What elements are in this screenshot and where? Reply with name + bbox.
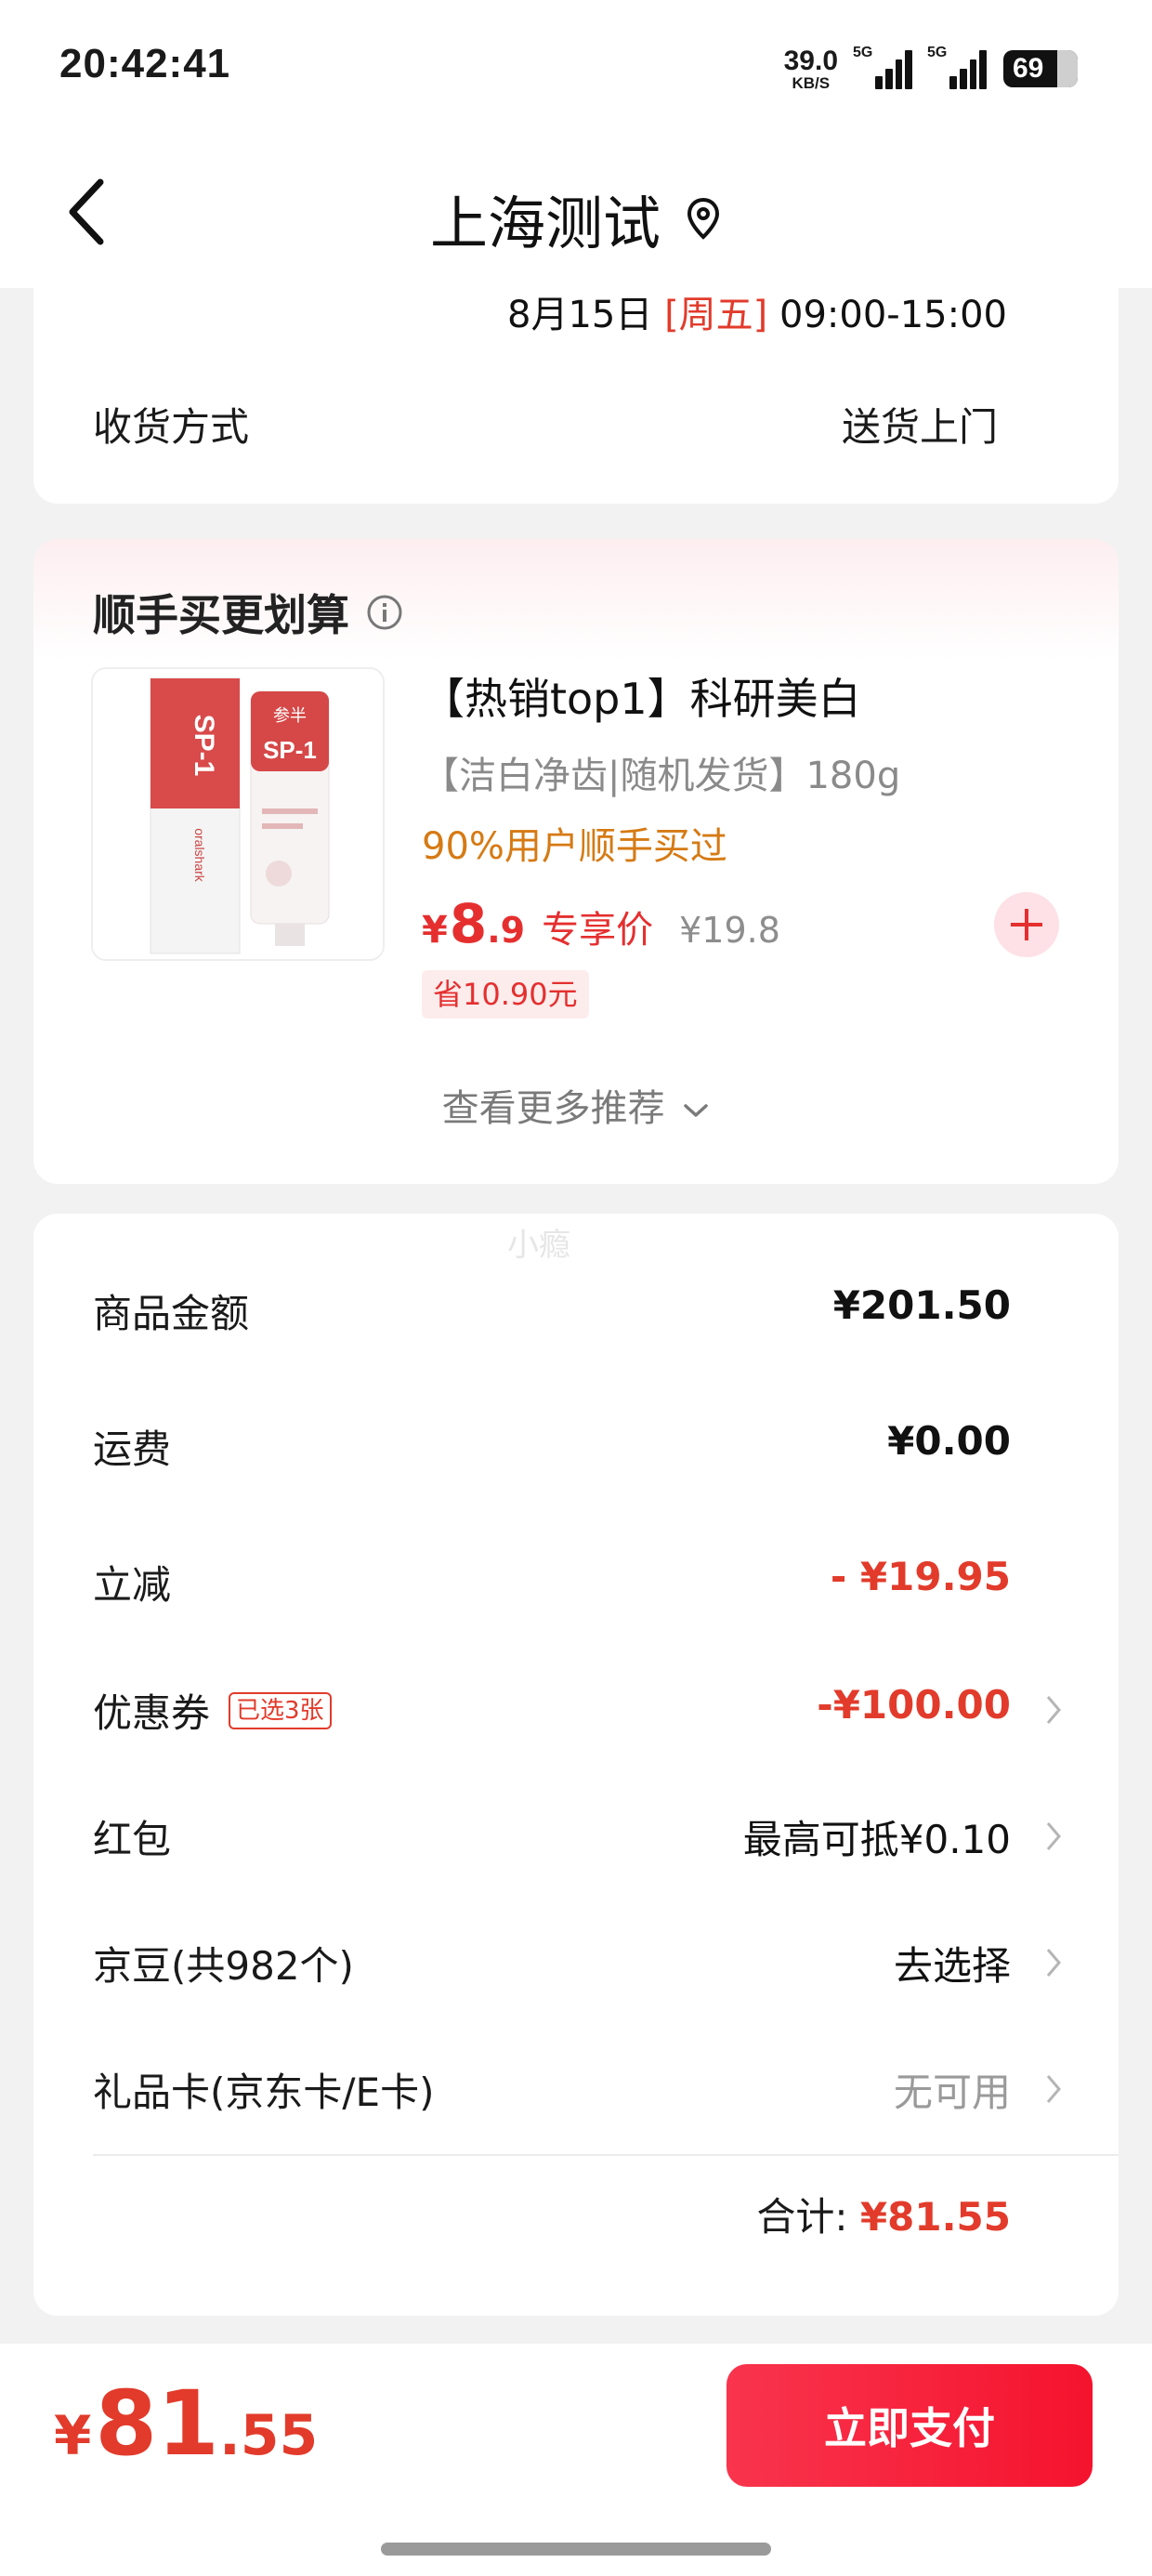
delivery-date: 8月15日 <box>507 294 653 336</box>
fee-row-jd-beans[interactable]: 京豆(共982个) 去选择 <box>33 1924 1119 1998</box>
price-currency: ¥ <box>422 909 448 952</box>
price-integer: 8 <box>449 892 488 955</box>
product-subtitle: 【洁白净齿|随机发货】180g <box>422 755 901 797</box>
signal-tag: 5G <box>853 45 873 60</box>
more-recommend-label: 查看更多推荐 <box>441 1087 665 1130</box>
pay-now-button[interactable]: 立即支付 <box>727 2364 1093 2487</box>
fee-row-shipping: 运费 ¥0.00 <box>33 1407 1119 1481</box>
product-brand: SP-1 <box>189 715 219 777</box>
total-label: 合计: <box>756 2194 848 2240</box>
delivery-method-value[interactable]: 送货上门 <box>842 396 998 453</box>
price-decimal: .9 <box>487 910 526 951</box>
checkout-total-integer: 81 <box>95 2372 219 2476</box>
product-popularity: 90%用户顺手买过 <box>422 825 727 868</box>
fee-value: -¥100.00 <box>817 1682 1011 1728</box>
fee-label: 商品金额 <box>93 1291 250 1336</box>
recommend-title: 顺手买更划算 <box>93 590 349 640</box>
fee-label: 礼品卡(京东卡/E卡) <box>93 2070 435 2115</box>
battery-icon: 69 <box>1003 50 1078 87</box>
nav-bar: 上海测试 <box>0 139 1152 288</box>
product-image-brand: 参半 <box>273 706 307 726</box>
checkout-total-decimal: .55 <box>218 2403 319 2468</box>
price-summary-card: 小瘾 商品金额 ¥201.50 运费 ¥0.00 立减 - ¥19.95 优惠券… <box>33 1214 1119 2316</box>
fee-value: 去选择 <box>893 1943 1011 1989</box>
fee-value: ¥201.50 <box>832 1282 1011 1328</box>
fee-row-subtotal: 商品金额 ¥201.50 <box>33 1271 1119 1346</box>
save-badge: 省10.90元 <box>422 970 589 1019</box>
fee-row-red-packet[interactable]: 红包 最高可抵¥0.10 <box>33 1797 1119 1872</box>
address-title[interactable]: 上海测试 <box>430 177 722 260</box>
checkout-bar: ¥ 81 .55 立即支付 <box>0 2344 1152 2576</box>
fee-row-discount: 立减 - ¥19.95 <box>33 1543 1119 1617</box>
divider <box>93 2154 1119 2156</box>
fee-value: 无可用 <box>893 2070 1011 2115</box>
signal-tag: 5G <box>927 45 948 60</box>
info-icon[interactable] <box>366 594 403 631</box>
order-total: 合计: ¥81.55 <box>756 2186 1011 2242</box>
fee-label: 京豆(共982个) <box>93 1943 354 1989</box>
fee-value: 最高可抵¥0.10 <box>742 1817 1011 1862</box>
chevron-right-icon <box>1046 1822 1061 1850</box>
total-amount: ¥81.55 <box>859 2194 1011 2240</box>
battery-level: 69 <box>1013 53 1044 84</box>
chevron-right-icon <box>1046 1949 1061 1977</box>
product-price: ¥ 8 .9 专享价 ¥19.8 <box>422 892 780 955</box>
status-bar: 20:42:41 39.0 KB/S 5G 5G 69 <box>0 0 1152 139</box>
checkout-total: ¥ 81 .55 <box>54 2372 318 2476</box>
fee-label: 优惠券 <box>93 1690 211 1736</box>
chevron-right-icon <box>1046 1696 1061 1724</box>
svg-text:oralshark: oralshark <box>192 828 207 883</box>
product-title[interactable]: 【热销top1】科研美白 <box>422 665 861 727</box>
fee-label: 红包 <box>93 1817 172 1862</box>
toothpaste-image: SP-1 oralshark 参半 SP-1 <box>93 669 383 959</box>
watermark: 小瘾 <box>507 1227 570 1264</box>
fee-value: - ¥19.95 <box>830 1554 1011 1599</box>
chevron-down-icon <box>684 1104 709 1117</box>
delivery-time[interactable]: 8月15日 [周五] 09:00-15:00 <box>507 284 1007 338</box>
delivery-card: 8月15日 [周五] 09:00-15:00 收货方式 送货上门 <box>33 279 1119 504</box>
location-pin-icon <box>687 197 720 240</box>
delivery-time-range: 09:00-15:00 <box>779 294 1007 336</box>
recommend-card: 顺手买更划算 SP-1 oralshark 参半 SP-1 【热销top1】科研… <box>33 539 1119 1184</box>
delivery-method-label: 收货方式 <box>93 404 250 450</box>
signal-icon: 5G <box>853 45 912 89</box>
checkout-currency: ¥ <box>54 2404 92 2467</box>
more-recommend-link[interactable]: 查看更多推荐 <box>33 1078 1119 1132</box>
fee-row-coupon[interactable]: 优惠券 已选3张 -¥100.00 <box>33 1671 1119 1745</box>
network-speed-value: 39.0 <box>783 45 838 76</box>
page-title: 上海测试 <box>429 190 661 257</box>
fee-row-gift-card[interactable]: 礼品卡(京东卡/E卡) 无可用 <box>33 2050 1119 2124</box>
fee-label: 立减 <box>93 1562 172 1608</box>
network-speed: 39.0 KB/S <box>783 45 838 92</box>
signal-icon: 5G <box>927 45 987 89</box>
home-indicator[interactable] <box>381 2543 771 2556</box>
product-image[interactable]: SP-1 oralshark 参半 SP-1 <box>91 667 385 961</box>
network-speed-unit: KB/S <box>792 73 831 92</box>
product-image-model: SP-1 <box>263 736 317 764</box>
price-tag: 专享价 <box>542 909 654 952</box>
fee-value: ¥0.00 <box>887 1418 1011 1464</box>
plus-icon[interactable] <box>994 892 1059 957</box>
chevron-right-icon <box>1046 2075 1061 2103</box>
status-indicators: 39.0 KB/S 5G 5G 69 <box>784 41 1078 97</box>
status-time: 20:42:41 <box>59 41 231 86</box>
delivery-weekday: [周五] <box>664 294 768 336</box>
fee-label: 运费 <box>93 1426 172 1472</box>
original-price: ¥19.8 <box>679 910 780 951</box>
coupon-badge: 已选3张 <box>229 1691 332 1729</box>
